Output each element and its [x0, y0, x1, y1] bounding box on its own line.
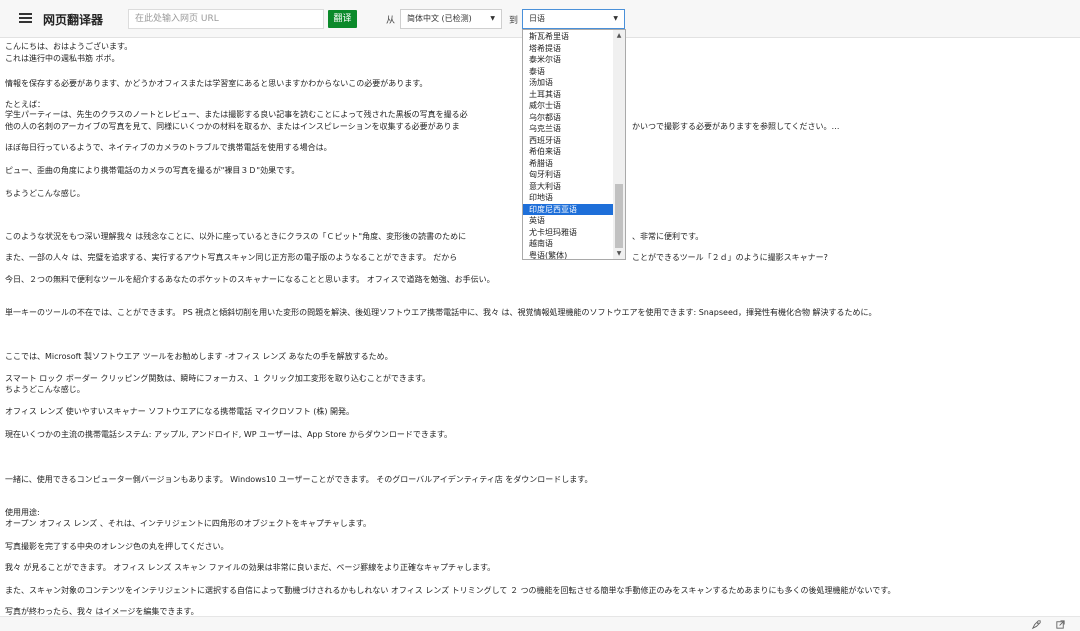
source-language-value: 简体中文 (已检测): [407, 14, 472, 23]
chevron-down-icon: ▼: [613, 15, 618, 22]
target-language-dropdown[interactable]: 斯瓦希里语 塔希提语 泰米尔语 泰语 汤加语 土耳其语 威尔士语 乌尔都语 乌克…: [522, 29, 626, 260]
content-line: たとえば：: [5, 100, 45, 109]
language-option[interactable]: 乌克兰语: [523, 123, 613, 135]
language-option-selected[interactable]: 印度尼西亚语: [523, 203, 613, 215]
language-option[interactable]: 希伯来语: [523, 146, 613, 158]
content-line: ちようどこんな感じ。: [5, 385, 85, 394]
language-option[interactable]: 粤语(繁体): [523, 250, 613, 260]
language-option[interactable]: 印地语: [523, 192, 613, 204]
content-line: 現在いくつかの主流の携帯電話システム: アップル, アンドロイド, WP ユーザ…: [5, 430, 453, 439]
content-line: 学生パーティーは、先生のクラスのノートとレビュー、または撮影する良い記事を読むこ…: [5, 110, 468, 119]
chevron-down-icon: ▼: [490, 15, 495, 22]
scrollbar-thumb[interactable]: [615, 184, 623, 248]
language-option[interactable]: 乌尔都语: [523, 112, 613, 124]
content-line: 単一キーのツールの不在では、ことができます。 PS 視点と傾斜切削を用いた変形の…: [5, 308, 877, 317]
dropdown-scrollbar[interactable]: ▲ ▼: [613, 30, 625, 259]
content-line: 今日、２つの無料で便利なツールを紹介するあなたのポケットのスキャナーになることと…: [5, 275, 495, 284]
content-line: これは進行中の週私书筋 ボボ。: [5, 54, 120, 63]
content-line: かいつで撮影する必要がありますを参照してください。…: [632, 122, 840, 131]
scroll-down-arrow-icon[interactable]: ▼: [613, 248, 625, 259]
scroll-up-arrow-icon[interactable]: ▲: [613, 30, 625, 41]
url-input[interactable]: [128, 9, 324, 29]
content-line: 我々 が見ることができます。 オフィス レンズ スキャン ファイルの効果は非常に…: [5, 563, 496, 572]
language-option[interactable]: 威尔士语: [523, 100, 613, 112]
content-line: ほぼ毎日行っているようで、ネイティブのカメラのトラブルで携帯電話を使用する場合は…: [5, 143, 332, 152]
content-line: ちようどこんな感じ。: [5, 189, 85, 198]
share-icon[interactable]: [1055, 619, 1066, 630]
content-line: ことができるツール「２ｄ」のように撮影スキャナー?: [632, 253, 828, 262]
app-title: 网页翻译器: [43, 13, 104, 27]
rocket-icon[interactable]: [1031, 619, 1042, 630]
translate-button[interactable]: 翻译: [328, 10, 357, 28]
content-line: ここでは、Microsoft 製ソフトウエア ツールをお勧めします -オフィス …: [5, 352, 393, 361]
language-option[interactable]: 汤加语: [523, 77, 613, 89]
from-label: 从: [386, 16, 396, 26]
content-line: オフィス レンズ 使いやすいスキャナー ソフトウエアになる携帯電話 マイクロソフ…: [5, 407, 355, 416]
language-option[interactable]: 匈牙利语: [523, 169, 613, 181]
to-label: 到: [509, 16, 519, 26]
language-option[interactable]: 意大利语: [523, 181, 613, 193]
language-option[interactable]: 土耳其语: [523, 89, 613, 101]
language-option[interactable]: 西班牙语: [523, 135, 613, 147]
status-bar: [0, 616, 1080, 631]
content-line: 他の人の名刺のアーカイブの写真を見て、同様にいくつかの材料を取るか、またはインス…: [5, 122, 460, 131]
language-option[interactable]: 越南语: [523, 238, 613, 250]
content-line: オープン オフィス レンズ 、それは、インテリジェントに四角形のオブジェクトをキ…: [5, 519, 371, 528]
content-line: また、一部の人々 は、完璧を追求する、実行するアウト写真スキャン同じ正方形の電子…: [5, 253, 458, 262]
language-option[interactable]: 英语: [523, 215, 613, 227]
content-line: このような状況をもつ深い理解我々 は残念なことに、以外に座っているときにクラスの…: [5, 232, 467, 241]
language-option[interactable]: 尤卡坦玛雅语: [523, 227, 613, 239]
target-language-value: 日语: [529, 14, 545, 23]
content-line: 、非常に便利です。: [632, 232, 704, 241]
content-line: また、スキャン対象のコンテンツをインテリジェントに選択する自信によって動機づけさ…: [5, 586, 896, 595]
content-line: ピュー、歪曲の角度により携帯電話のカメラの写真を撮るが"裸目３Ｄ"効果です。: [5, 166, 300, 175]
content-line: こんにちは、おはようございます。: [5, 42, 133, 51]
content-line: 情報を保存する必要があります、かどうかオフィスまたは学習室にあると思いますかわか…: [5, 79, 428, 88]
language-option[interactable]: 泰米尔语: [523, 54, 613, 66]
target-language-select[interactable]: 日语 ▼: [522, 9, 625, 29]
menu-icon[interactable]: [19, 13, 32, 23]
content-line: 使用用途:: [5, 508, 40, 517]
content-line: スマート ロック ボーダー クリッピング関数は、瞬時にフォーカス、１ クリック加…: [5, 374, 431, 383]
content-line: 写真撮影を完了する中央のオレンジ色の丸を押してください。: [5, 542, 229, 551]
language-option[interactable]: 希腊语: [523, 158, 613, 170]
language-option[interactable]: 泰语: [523, 66, 613, 78]
language-option[interactable]: 塔希提语: [523, 43, 613, 55]
content-line: 一緒に、使用できるコンピューター側バージョンもあります。 Windows10 ユ…: [5, 475, 593, 484]
source-language-select[interactable]: 简体中文 (已检测) ▼: [400, 9, 502, 29]
language-option[interactable]: 斯瓦希里语: [523, 31, 613, 43]
